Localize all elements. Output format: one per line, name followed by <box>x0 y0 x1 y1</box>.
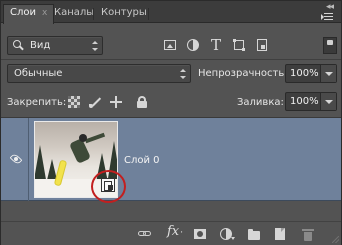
tab-paths[interactable]: Контуры <box>95 5 153 23</box>
filter-kind-label: Вид <box>30 40 51 51</box>
panel-menu-icon[interactable] <box>321 12 335 22</box>
fill-field[interactable]: 100% <box>285 92 337 111</box>
filter-kind-dropdown[interactable]: Вид <box>7 36 103 55</box>
new-group-icon[interactable] <box>247 227 261 241</box>
divider <box>1 59 341 60</box>
layer-row[interactable]: Слой 0 <box>1 118 341 203</box>
lock-all-icon[interactable] <box>136 96 148 108</box>
lock-transparent-pixels-icon[interactable] <box>68 96 80 108</box>
lock-position-icon[interactable] <box>110 96 122 108</box>
panel-tab-bar: Слои x Каналы Контуры ◂◂ <box>1 1 341 24</box>
dropdown-arrows-icon <box>180 68 186 79</box>
tab-layers-label: Слои <box>10 7 36 18</box>
layer-style-icon[interactable]: fx· <box>167 224 183 239</box>
fx-label: fx <box>167 224 180 239</box>
fill-label: Заливка: <box>237 97 284 108</box>
visibility-toggle[interactable] <box>1 118 29 201</box>
tab-divider <box>148 8 149 20</box>
blend-mode-dropdown[interactable]: Обычные <box>7 64 191 83</box>
layer-name[interactable]: Слой 0 <box>124 155 160 166</box>
link-layers-icon[interactable] <box>138 227 152 241</box>
filter-toggle-switch[interactable] <box>323 37 337 54</box>
highlight-circle <box>91 170 126 203</box>
smart-object-filter-icon[interactable] <box>255 38 269 52</box>
fill-slider-button[interactable] <box>320 93 336 110</box>
tab-layers[interactable]: Слои x <box>3 4 55 24</box>
tab-divider <box>93 8 94 20</box>
dropdown-arrows-icon <box>92 40 98 51</box>
adjustment-layer-icon[interactable] <box>219 227 235 241</box>
opacity-slider-button[interactable] <box>320 65 336 82</box>
fill-value[interactable]: 100% <box>290 96 319 107</box>
blend-mode-label: Обычные <box>14 68 63 79</box>
layers-panel: Слои x Каналы Контуры ◂◂ Вид T Обычные Не… <box>0 0 342 245</box>
opacity-value[interactable]: 100% <box>290 68 319 79</box>
adjustment-filter-icon[interactable] <box>186 38 200 52</box>
shape-filter-icon[interactable] <box>232 38 246 52</box>
image-filter-icon[interactable] <box>163 38 177 52</box>
tab-paths-label: Контуры <box>101 7 147 18</box>
layers-list: Слой 0 <box>1 117 341 221</box>
tab-channels-label: Каналы <box>54 7 95 18</box>
opacity-field[interactable]: 100% <box>285 64 337 83</box>
delete-layer-icon[interactable] <box>301 227 315 241</box>
add-mask-icon[interactable] <box>193 227 207 241</box>
resize-grip-icon[interactable] <box>332 236 339 243</box>
collapse-panel-icon[interactable]: ◂◂ <box>326 2 334 12</box>
lock-label: Закрепить: <box>7 97 67 108</box>
new-layer-icon[interactable] <box>273 227 287 241</box>
bottom-toolbar: fx· <box>1 221 341 245</box>
close-tab-icon[interactable]: x <box>42 8 47 18</box>
lock-image-pixels-icon[interactable] <box>89 96 102 108</box>
type-filter-icon[interactable]: T <box>209 38 223 53</box>
opacity-label: Непрозрачность: <box>198 68 288 79</box>
